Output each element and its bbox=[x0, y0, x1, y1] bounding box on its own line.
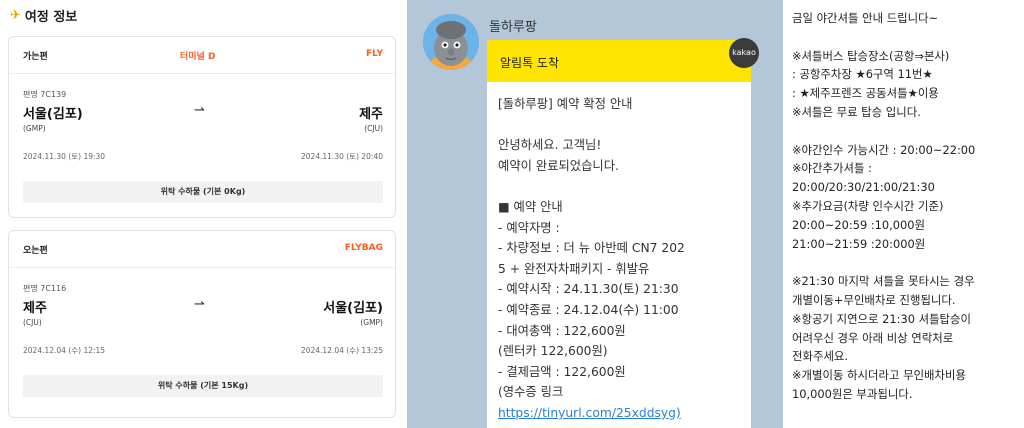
flight-number: 편명 7C139 bbox=[23, 90, 67, 99]
message-line: - 예약시작 : 24.11.30(토) 21:30 bbox=[498, 282, 679, 297]
message-line: 21:00~21:59 :20:000원 bbox=[792, 236, 926, 251]
message-line: 전화주세요. bbox=[792, 349, 849, 364]
message-line: ※항공기 지연으로 21:30 셔틀탑승이 bbox=[792, 311, 971, 326]
message-line: ※야간추가셔틀 : bbox=[792, 161, 872, 176]
baggage-info: 위탁 수하물 (기본 15Kg) bbox=[23, 375, 383, 397]
itinerary-title-text: 여정 정보 bbox=[24, 10, 78, 25]
departure-code: (GMP) bbox=[23, 124, 46, 133]
message-bubble: 알림톡 도착 [돌하루팡] 예약 확정 안내안녕하세요. 고객님! 예약이 완료되… bbox=[487, 40, 751, 428]
message-line: - 결제금액 : 122,600원 bbox=[498, 364, 626, 379]
outbound-label: 가는편 bbox=[23, 52, 48, 62]
message-line: - 예약종료 : 24.12.04(수) 11:00 bbox=[498, 302, 679, 317]
message-line: ※셔틀버스 탑승장소(공항⇒본사) bbox=[792, 48, 950, 63]
route-arrow-icon: ⇀ bbox=[194, 297, 205, 312]
message-line: ※야간인수 가능시간 : 20:00~22:00 bbox=[792, 142, 976, 157]
baggage-info: 위탁 수하물 (기본 0Kg) bbox=[23, 181, 383, 203]
departure-city: 제주 bbox=[23, 301, 47, 316]
kakao-badge-icon: kakao bbox=[729, 38, 759, 68]
message-line: ※21:30 마지막 셔틀을 못타시는 경우 bbox=[792, 274, 975, 289]
departure-time: 2024.11.30 (토) 19:30 bbox=[23, 152, 106, 161]
message-line: ※추가요금(차량 인수시간 기준) bbox=[792, 198, 944, 213]
message-line: ■ 예약 안내 bbox=[498, 199, 563, 214]
message-line: - 예약자명 : bbox=[498, 220, 560, 235]
route-arrow-icon: ⇀ bbox=[194, 103, 205, 118]
chat-panel: 돌하루팡 알림톡 도착 [돌하루팡] 예약 확정 안내안녕하세요. 고객님! 예약… bbox=[407, 0, 783, 428]
arrival-city: 제주 bbox=[359, 107, 383, 122]
inbound-label: 오는편 bbox=[23, 246, 48, 256]
airline-label: FLY bbox=[366, 49, 383, 59]
terminal-label: 터미널 D bbox=[180, 52, 216, 62]
message-line: - 차량정보 : 더 뉴 아반떼 CN7 202 bbox=[498, 241, 685, 256]
departure-code: (CJU) bbox=[23, 318, 42, 327]
message-line: ※개별이동 하시더라고 무인배차비용 bbox=[792, 368, 966, 383]
message-line: 금일 야간셔틀 안내 드립니다~ bbox=[792, 11, 939, 25]
message-line: ※셔틀은 무료 탑승 입니다. bbox=[792, 104, 921, 119]
message-header: 알림톡 도착 bbox=[487, 40, 751, 82]
inbound-card[interactable]: 오는편 FLYBAG 편명 7C116 제주 ⇀ 서울(김포) (CJU) (G… bbox=[8, 230, 396, 418]
message-line: 20:00/20:30/21:00/21:30 bbox=[792, 180, 935, 195]
arrival-time: 2024.11.30 (토) 20:40 bbox=[300, 152, 383, 161]
divider bbox=[9, 73, 395, 74]
message-line: 예약이 완료되었습니다. bbox=[498, 158, 619, 173]
shuttle-notice: 금일 야간셔틀 안내 드립니다~ ※셔틀버스 탑승장소(공항⇒본사) : 공항주차… bbox=[783, 0, 1024, 428]
arrival-code: (GMP) bbox=[360, 318, 383, 327]
itinerary-title: ✈ 여정 정보 bbox=[10, 6, 77, 25]
message-line: (영수증 링크 bbox=[498, 385, 564, 400]
receipt-link[interactable]: https://tinyurl.com/25xddsyg) bbox=[498, 403, 741, 424]
dol-harubang-character-icon[interactable] bbox=[423, 14, 479, 70]
message-line: : 공항주차장 ★6구역 11번★ bbox=[792, 67, 933, 82]
arrival-city: 서울(김포) bbox=[323, 301, 383, 316]
message-line: 10,000원은 부과됩니다. bbox=[792, 386, 913, 401]
message-line: (렌터카 122,600원) bbox=[498, 344, 608, 359]
arrival-time: 2024.12.04 (수) 13:25 bbox=[300, 346, 383, 355]
outbound-card[interactable]: 가는편 터미널 D FLY 편명 7C139 서울(김포) ⇀ 제주 (GMP)… bbox=[8, 36, 396, 218]
message-line: 개별이동+무인배차로 진행됩니다. bbox=[792, 292, 956, 307]
divider bbox=[9, 267, 395, 268]
shuttle-text: 금일 야간셔틀 안내 드립니다~ ※셔틀버스 탑승장소(공항⇒본사) : 공항주차… bbox=[792, 9, 1024, 404]
arrival-code: (CJU) bbox=[364, 124, 383, 133]
message-line: 어려우신 경우 아래 비상 연락처로 bbox=[792, 330, 954, 345]
message-line: : ★제주프렌즈 공동셔틀★이용 bbox=[792, 86, 939, 101]
departure-time: 2024.12.04 (수) 12:15 bbox=[23, 346, 106, 355]
airline-label: FLYBAG bbox=[344, 243, 383, 253]
itinerary-panel: ✈ 여정 정보 가는편 터미널 D FLY 편명 7C139 서울(김포) ⇀ … bbox=[0, 0, 404, 428]
message-line: [돌하루팡] 예약 확정 안내 bbox=[498, 97, 633, 111]
sender-name: 돌하루팡 bbox=[489, 20, 537, 35]
message-body: [돌하루팡] 예약 확정 안내안녕하세요. 고객님! 예약이 완료되었습니다. ■ … bbox=[487, 82, 751, 424]
message-line: 5 + 완전자차패키지 - 휘발유 bbox=[498, 261, 650, 276]
airplane-icon: ✈ bbox=[10, 8, 21, 23]
message-line: 안녕하세요. 고객님! bbox=[498, 138, 602, 153]
message-line: 20:00~20:59 :10,000원 bbox=[792, 217, 925, 232]
departure-city: 서울(김포) bbox=[23, 107, 83, 122]
flight-number: 편명 7C116 bbox=[23, 284, 67, 293]
message-line: - 대여총액 : 122,600원 bbox=[498, 323, 626, 338]
